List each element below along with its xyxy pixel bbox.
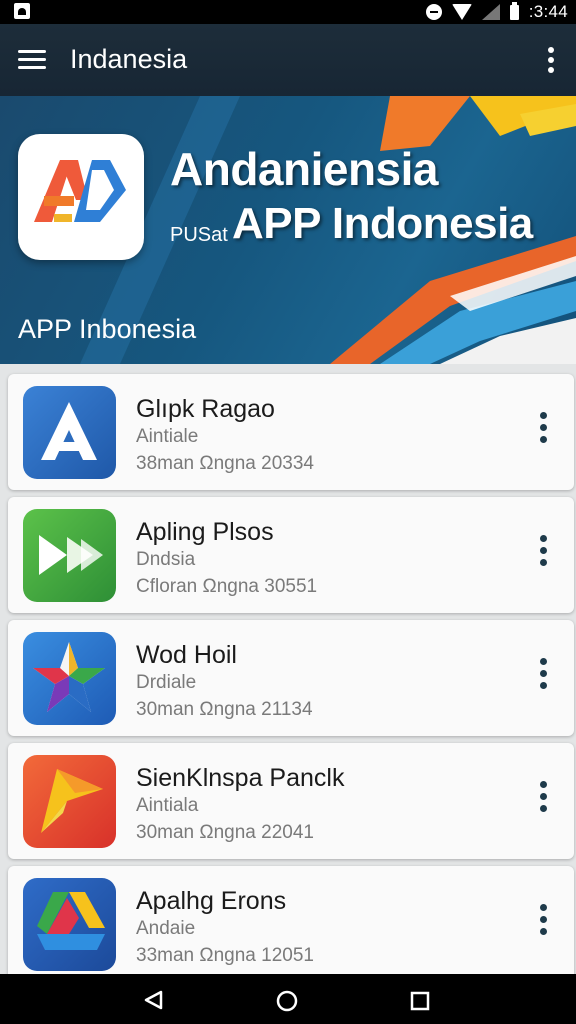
more-vert-icon[interactable] [540,412,548,448]
list-item[interactable]: Glıpk Ragao Aintiale 38man Ωngna 20334 [8,374,574,490]
fast-forward-icon [23,509,116,602]
more-vert-icon[interactable] [540,535,548,571]
notification-icon [14,3,30,19]
more-vert-icon[interactable] [548,47,554,73]
app-meta: Cfloran Ωngna 30551 [136,576,318,597]
triangle-drive-icon [23,878,116,971]
list-item[interactable]: Apling Plsos Dndsia Cfloran Ωngna 30551 [8,497,574,613]
app-category: Aintiale [136,426,199,447]
banner-subtitle: APP Indonesia [232,199,533,248]
clock: :3:44 [528,2,568,21]
recents-icon[interactable] [410,991,430,1011]
star-icon [23,632,116,725]
system-nav-bar [0,974,576,1024]
hamburger-menu-icon[interactable] [18,50,46,70]
app-category: Drdiale [136,672,197,693]
list-item[interactable]: SienKlnspa Panclk Aintiala 30man Ωngna 2… [8,743,574,859]
banner-subtitle-prefix: PUSat [170,224,228,246]
app-list: Glıpk Ragao Aintiale 38man Ωngna 20334 A… [0,364,576,974]
more-vert-icon[interactable] [540,904,548,940]
app-category: Dndsia [136,549,196,570]
do-not-disturb-icon [425,4,442,20]
app-name: SienKlnspa Panclk [136,764,345,792]
signal-icon [481,4,500,20]
banner-caption: APP Inbonesia [18,314,197,344]
hero-banner[interactable]: Andaniensia PUSat APP Indonesia APP Inbo… [0,96,576,364]
app-name: Apling Plsos [136,518,274,546]
app-bar: Indanesia [0,24,576,96]
status-bar: :3:44 [0,0,576,24]
app-title: Indanesia [70,44,188,74]
app-meta: 38man Ωngna 20334 [136,453,314,474]
back-icon[interactable] [143,990,165,1010]
app-meta: 30man Ωngna 22041 [136,822,314,843]
app-meta: 33man Ωngna 12051 [136,945,314,966]
app-logo-icon [18,134,144,260]
app-meta: 30man Ωngna 21134 [136,699,313,720]
home-icon[interactable] [276,990,298,1012]
app-name: Wod Hoil [136,641,237,669]
list-item[interactable]: Apalhg Erons Andaie 33man Ωngna 12051 [8,866,574,974]
battery-icon [509,1,519,20]
banner-title: Andaniensia [170,143,439,195]
more-vert-icon[interactable] [540,658,548,694]
app-name: Apalhg Erons [136,887,287,915]
list-item[interactable]: Wod Hoil Drdiale 30man Ωngna 21134 [8,620,574,736]
flag-arrow-icon [23,755,116,848]
app-name: Glıpk Ragao [136,395,275,423]
more-vert-icon[interactable] [540,781,548,817]
app-category: Aintiala [136,795,199,816]
status-icons: :3:44 [425,1,568,22]
app-category: Andaie [136,918,196,939]
wifi-icon [451,4,472,20]
letter-a-icon [23,386,116,479]
